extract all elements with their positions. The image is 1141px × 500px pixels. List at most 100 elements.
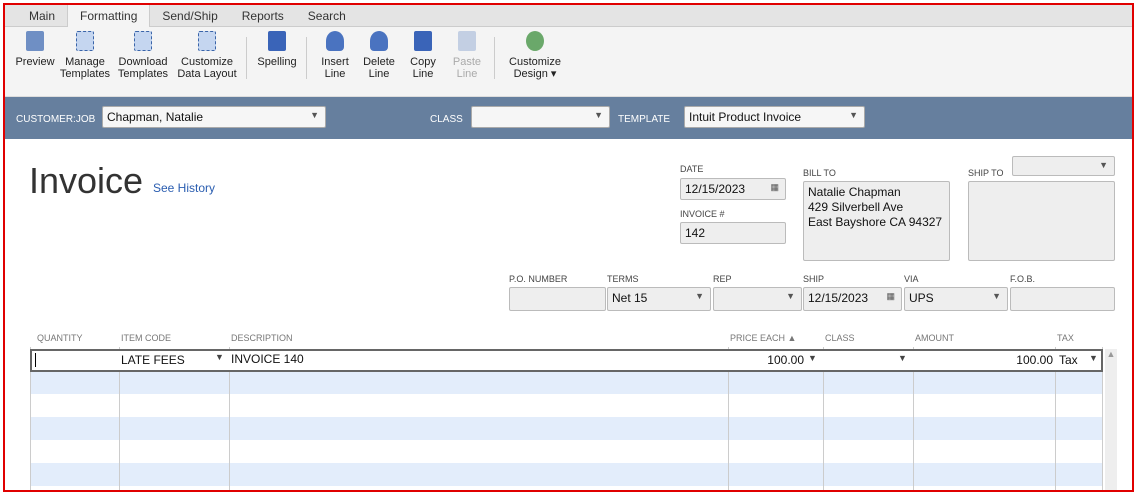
column-header-class[interactable]: CLASS <box>825 333 855 343</box>
label: Download <box>118 56 168 68</box>
chevron-down-icon: ▼ <box>849 110 858 120</box>
template-label: TEMPLATE <box>618 114 671 125</box>
amount-cell[interactable]: 100.00 <box>917 353 1053 367</box>
label: Design ▾ <box>513 68 557 80</box>
chevron-down-icon: ▼ <box>786 291 795 301</box>
column-header-amount[interactable]: AMOUNT <box>915 333 954 343</box>
ribbon-tabs: Main Formatting Send/Ship Reports Search <box>5 5 1132 27</box>
bill-to-label: BILL TO <box>803 168 836 178</box>
table-row[interactable] <box>30 371 1102 394</box>
value: 12/15/2023 <box>685 182 746 196</box>
customize-data-layout-button[interactable]: Customize Data Layout <box>175 31 239 80</box>
bill-to-line: Natalie Chapman <box>808 185 901 199</box>
invoice-number-label: INVOICE # <box>680 209 725 219</box>
column-header-quantity[interactable]: QUANTITY <box>37 333 83 343</box>
chevron-down-icon: ▼ <box>594 110 603 120</box>
class-label: CLASS <box>430 114 463 125</box>
label: Delete <box>363 56 395 68</box>
header-bar: CUSTOMER:JOB Chapman, Natalie ▼ CLASS ▼ T… <box>5 97 1132 139</box>
tab-search[interactable]: Search <box>296 5 358 27</box>
customer-job-dropdown[interactable]: Chapman, Natalie ▼ <box>102 106 326 128</box>
see-history-link[interactable]: See History <box>153 181 215 195</box>
label: Line <box>368 68 390 80</box>
manage-templates-button[interactable]: Manage Templates <box>59 31 111 80</box>
invoice-number-field[interactable]: 142 <box>680 222 786 244</box>
table-row[interactable] <box>30 463 1102 486</box>
calendar-icon[interactable]: ▦ <box>886 291 895 302</box>
copy-line-button[interactable]: Copy Line <box>403 31 443 80</box>
via-label: VIA <box>904 274 919 284</box>
tax-cell[interactable]: Tax <box>1059 353 1078 367</box>
label: Templates <box>59 68 111 80</box>
rep-label: REP <box>713 274 732 284</box>
divider <box>494 37 495 79</box>
value: Net 15 <box>612 291 648 305</box>
date-field[interactable]: 12/15/2023 ▦ <box>680 178 786 200</box>
table-row[interactable] <box>30 417 1102 440</box>
column-header-tax[interactable]: TAX <box>1057 333 1074 343</box>
column-header-description[interactable]: DESCRIPTION <box>231 333 293 343</box>
template-dropdown[interactable]: Intuit Product Invoice ▼ <box>684 106 865 128</box>
class-dropdown-cell[interactable]: ▼ <box>898 353 907 363</box>
palette-icon <box>526 31 544 51</box>
chevron-down-icon[interactable]: ▼ <box>215 352 224 362</box>
scroll-up-icon[interactable]: ▲ <box>1105 349 1117 359</box>
chevron-down-icon: ▼ <box>1099 160 1108 170</box>
column-header-item-code[interactable]: ITEM CODE <box>121 333 171 343</box>
fob-label: F.O.B. <box>1010 274 1036 284</box>
divider <box>306 37 307 79</box>
label: Paste <box>452 56 482 68</box>
toolbar: Preview Manage Templates Download Template… <box>5 27 1132 97</box>
item-code-cell[interactable]: LATE FEES <box>121 353 185 367</box>
insert-line-icon <box>326 31 344 51</box>
fob-field[interactable] <box>1010 287 1115 311</box>
table-row-selected[interactable]: LATE FEES ▼ INVOICE 140 100.00 ▼ ▼ 100.0… <box>30 349 1103 372</box>
terms-label: TERMS <box>607 274 639 284</box>
tab-formatting[interactable]: Formatting <box>67 5 151 27</box>
calendar-icon[interactable]: ▦ <box>770 182 779 193</box>
chevron-down-icon: ▼ <box>310 110 319 120</box>
price-cell[interactable]: 100.00 <box>732 353 804 367</box>
page-title: Invoice <box>29 160 144 201</box>
label: Line <box>324 68 346 80</box>
label: Line <box>412 68 434 80</box>
ship-label: SHIP <box>803 274 825 284</box>
description-cell[interactable]: INVOICE 140 <box>231 352 304 366</box>
template-icon <box>76 31 94 51</box>
insert-line-button[interactable]: Insert Line <box>315 31 355 80</box>
tab-main[interactable]: Main <box>17 5 67 27</box>
tab-reports[interactable]: Reports <box>230 5 296 27</box>
value: UPS <box>909 291 934 305</box>
text-cursor <box>35 353 36 367</box>
label: Line <box>456 68 478 80</box>
spelling-button[interactable]: Spelling <box>253 31 301 68</box>
delete-line-icon <box>370 31 388 51</box>
pencil-template-icon <box>198 31 216 51</box>
chevron-down-icon[interactable]: ▼ <box>1089 353 1098 363</box>
label: Preview <box>15 56 55 68</box>
class-dropdown[interactable]: ▼ <box>471 106 610 128</box>
bill-to-line: East Bayshore CA 94327 <box>808 215 943 229</box>
label: Templates <box>117 68 169 80</box>
chevron-down-icon[interactable]: ▼ <box>808 353 817 363</box>
divider <box>246 37 247 79</box>
ship-date-field[interactable]: 12/15/2023 ▦ <box>803 287 902 311</box>
value: Chapman, Natalie <box>107 110 204 124</box>
tab-send-ship[interactable]: Send/Ship <box>150 5 229 27</box>
scrollbar[interactable]: ▲ <box>1105 349 1117 490</box>
ship-to-dropdown[interactable]: ▼ <box>1012 156 1115 176</box>
preview-button[interactable]: Preview <box>13 31 57 68</box>
delete-line-button[interactable]: Delete Line <box>359 31 399 80</box>
download-templates-button[interactable]: Download Templates <box>115 31 171 80</box>
rep-dropdown[interactable]: ▼ <box>713 287 802 311</box>
ship-to-field[interactable] <box>968 181 1115 261</box>
via-dropdown[interactable]: UPS ▼ <box>904 287 1008 311</box>
paste-line-button[interactable]: Paste Line <box>447 31 487 80</box>
po-number-field[interactable] <box>509 287 606 311</box>
terms-dropdown[interactable]: Net 15 ▼ <box>607 287 711 311</box>
chevron-down-icon: ▼ <box>695 291 704 301</box>
column-header-price-each[interactable]: PRICE EACH ▲ <box>730 333 796 343</box>
customize-design-button[interactable]: Customize Design ▾ <box>503 31 567 80</box>
bill-to-field[interactable]: Natalie Chapman 429 Silverbell Ave East Ba… <box>803 181 950 261</box>
chevron-down-icon: ▼ <box>992 291 1001 301</box>
